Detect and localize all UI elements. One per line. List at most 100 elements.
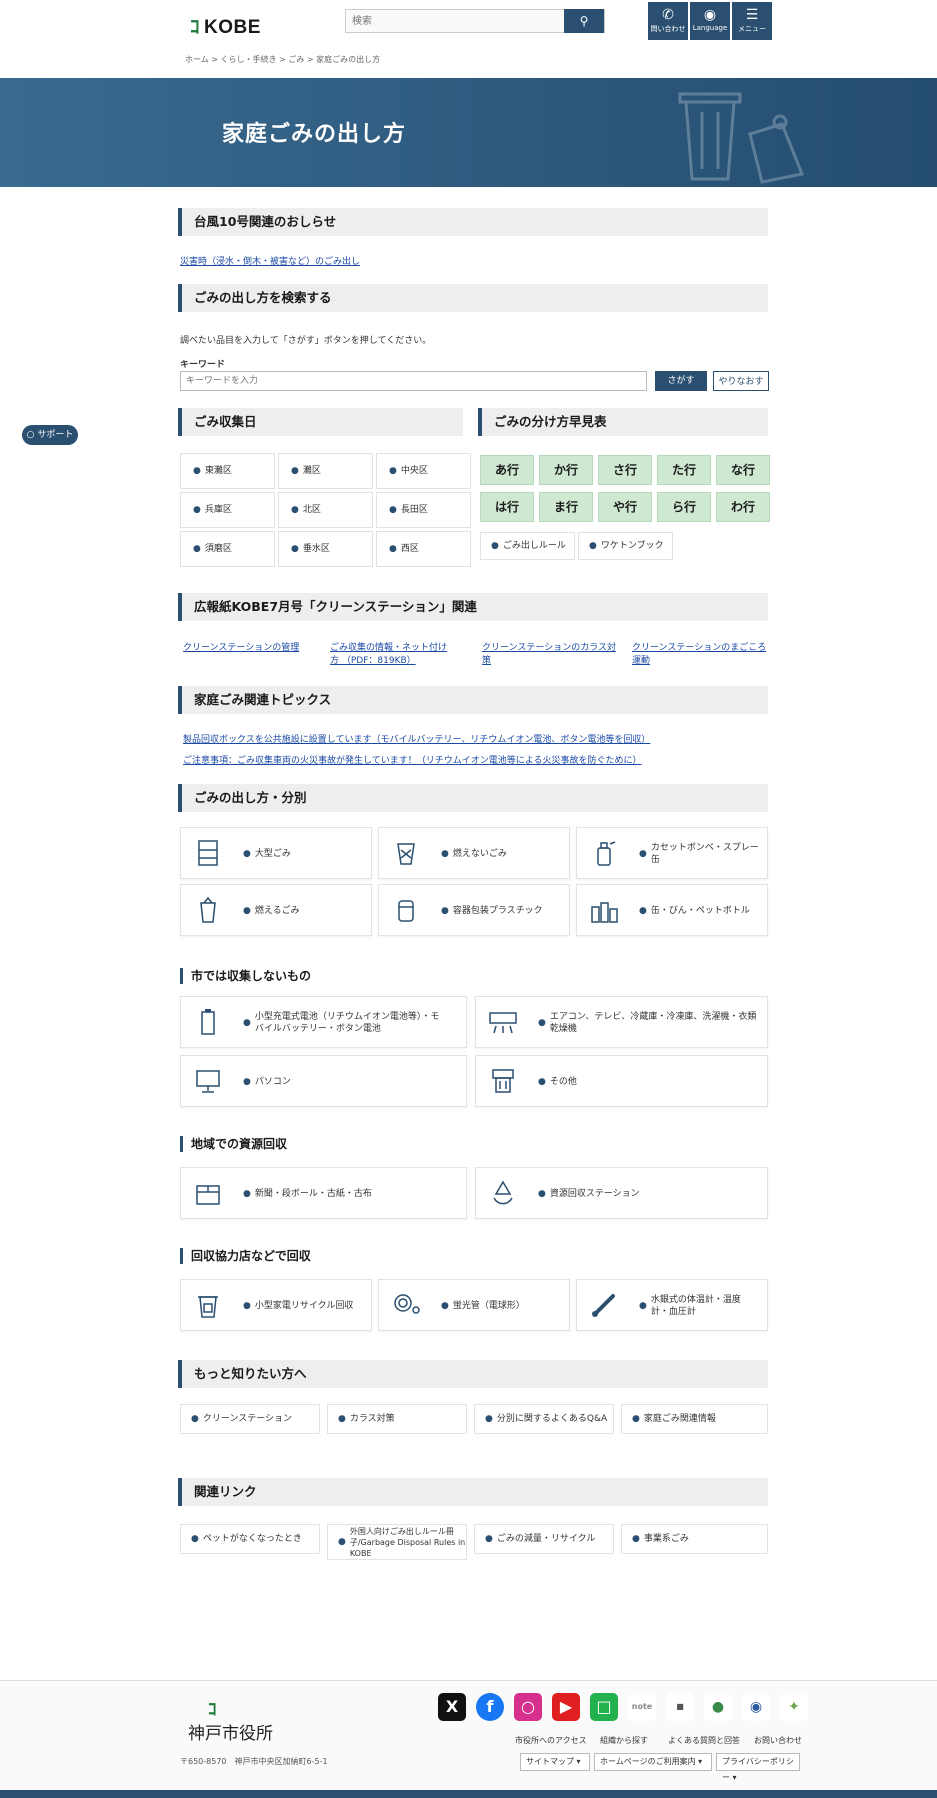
non-burnable-icon [397, 843, 415, 865]
kana-button[interactable]: ま行 [539, 492, 593, 522]
phone-icon: ✆ [662, 7, 674, 23]
collection-day-item[interactable]: ● 中央区 [376, 453, 471, 489]
related-link[interactable]: ● 外国人向けごみ出しルール冊子/Garbage Disposal Rules i… [327, 1524, 467, 1560]
community-heading: 地域での資源回収 [180, 1136, 287, 1152]
footer-link[interactable]: お問い合わせ [754, 1735, 802, 1746]
kobe-paper-link[interactable]: クリーンステーションのまごころ運動 [632, 640, 772, 666]
contact-button[interactable]: ✆ 問い合わせ [648, 2, 688, 40]
collection-day-item[interactable]: ● 東灘区 [180, 453, 275, 489]
more-link[interactable]: ● 家庭ごみ関連情報 [621, 1404, 768, 1434]
language-button[interactable]: ◉ Language [690, 2, 730, 40]
site-search-button[interactable]: ⚲ [564, 9, 604, 33]
facebook-icon[interactable]: f [476, 1693, 504, 1721]
collection-day-item[interactable]: ● 兵庫区 [180, 492, 275, 528]
kobe-paper-heading: 広報紙KOBE7月号「クリーンステーション」関連 [178, 593, 768, 621]
globe-icon: ◉ [703, 7, 717, 23]
kana-button[interactable]: た行 [657, 455, 711, 485]
category-card[interactable]: ● カセットボンベ・スプレー缶 [576, 827, 768, 879]
related-link[interactable]: ● ペットがなくなったとき [180, 1524, 320, 1554]
keyword-input[interactable] [180, 371, 647, 391]
spray-can-icon [597, 841, 616, 866]
kobe-app-icon[interactable]: ■ [666, 1693, 694, 1721]
menu-button[interactable]: ☰ メニュー [732, 2, 772, 40]
note-icon[interactable]: note [628, 1693, 656, 1721]
search-submit-button[interactable]: さがす [655, 371, 707, 391]
computer-icon [196, 1070, 220, 1093]
plastic-container-icon [398, 900, 414, 922]
mascot-icon[interactable]: ● [704, 1693, 732, 1721]
privacy-policy-select[interactable]: プライバシーポリシー ▾ [716, 1753, 800, 1782]
x-icon[interactable]: X [438, 1693, 466, 1721]
thermometer-icon [592, 1294, 615, 1317]
topics-heading: 家庭ごみ関連トピックス [178, 686, 768, 714]
sorting-heading: ごみの分け方早見表 [478, 408, 768, 436]
kobe-logo[interactable]: ｺ KOBE [190, 12, 261, 39]
category-card[interactable]: ● 大型ごみ [180, 827, 372, 879]
stores-heading: 回収協力店などで回収 [180, 1248, 311, 1264]
support-button[interactable]: ○ サポート [22, 425, 78, 445]
map-icon[interactable]: ◉ [742, 1693, 770, 1721]
kana-button[interactable]: あ行 [480, 455, 534, 485]
related-heading: 関連リンク [178, 1478, 768, 1506]
kana-button[interactable]: や行 [598, 492, 652, 522]
hamburger-icon: ☰ [745, 7, 759, 23]
character-icon[interactable]: ✦ [780, 1693, 808, 1721]
kobe-emblem-icon: ｺ [208, 1700, 217, 1720]
kana-button[interactable]: ら行 [657, 492, 711, 522]
collection-day-item[interactable]: ● 西区 [376, 531, 471, 567]
kana-button[interactable]: さ行 [598, 455, 652, 485]
line-icon[interactable]: □ [590, 1693, 618, 1721]
kana-button[interactable]: は行 [480, 492, 534, 522]
community-card[interactable]: ● 資源回収ステーション [475, 1167, 768, 1219]
collection-day-item[interactable]: ● 長田区 [376, 492, 471, 528]
breadcrumb[interactable]: ホーム > くらし・手続き > ごみ > 家庭ごみの出し方 [185, 54, 380, 65]
community-card[interactable]: ● 新聞・段ボール・古紙・古布 [180, 1167, 467, 1219]
instagram-icon[interactable]: ○ [514, 1693, 542, 1721]
kana-button[interactable]: か行 [539, 455, 593, 485]
collection-day-item[interactable]: ● 須磨区 [180, 531, 275, 567]
category-card[interactable]: ● 缶・びん・ペットボトル [576, 884, 768, 936]
topic-link[interactable]: 製品回収ボックスを公共施設に設置しています（モバイルバッテリー、リチウムイオン電… [183, 732, 773, 745]
category-card[interactable]: ● 燃えるごみ [180, 884, 372, 936]
search-reset-button[interactable]: やりなおす [713, 371, 769, 391]
category-card[interactable]: ● 容器包装プラスチック [378, 884, 570, 936]
not-collected-card[interactable]: ● 小型充電式電池（リチウムイオン電池等）・モバイルバッテリー・ボタン電池 [180, 996, 467, 1048]
site-header: ｺKOBE ⚲ ✆ 問い合わせ ◉ Language ☰ メニュー [0, 0, 937, 46]
collection-day-item[interactable]: ● 垂水区 [278, 531, 373, 567]
kobe-paper-link[interactable]: ごみ収集の情報・ネット付け方 （PDF：819KB） [330, 640, 450, 666]
kana-button[interactable]: な行 [716, 455, 770, 485]
not-collected-card[interactable]: ● その他 [475, 1055, 768, 1107]
store-card[interactable]: ● 水銀式の体温計・温度計・血圧計 [576, 1279, 768, 1331]
store-card[interactable]: ● 蛍光管（電球形） [378, 1279, 570, 1331]
search-icon: ⚲ [579, 14, 589, 28]
kana-button[interactable]: わ行 [716, 492, 770, 522]
not-collected-card[interactable]: ● エアコン、テレビ、冷蔵庫・冷凍庫、洗濯機・衣類乾燥機 [475, 996, 768, 1048]
not-collected-card[interactable]: ● パソコン [180, 1055, 467, 1107]
footer-link[interactable]: 市役所へのアクセス [515, 1735, 587, 1746]
waketon-book-link[interactable]: ● ワケトンブック [578, 532, 673, 560]
search-heading: ごみの出し方を検索する [178, 284, 768, 312]
footer-link[interactable]: よくある質問と回答 [668, 1735, 740, 1746]
typhoon-link[interactable]: 災害時（浸水・倒木・被害など）のごみ出し [180, 254, 360, 267]
store-card[interactable]: ● 小型家電リサイクル回収 [180, 1279, 372, 1331]
footer-org-name[interactable]: 神戸市役所 [188, 1719, 273, 1744]
site-search-input[interactable] [346, 10, 566, 32]
related-link[interactable]: ● ごみの減量・リサイクル [474, 1524, 614, 1554]
related-link[interactable]: ● 事業系ごみ [621, 1524, 768, 1554]
more-link[interactable]: ● 分別に関するよくあるQ&A [474, 1404, 614, 1434]
more-link[interactable]: ● カラス対策 [327, 1404, 467, 1434]
usage-guide-select[interactable]: ホームページのご利用案内 ▾ [594, 1753, 712, 1771]
youtube-icon[interactable]: ▶ [552, 1693, 580, 1721]
more-link[interactable]: ● クリーンステーション [180, 1404, 320, 1434]
collection-day-item[interactable]: ● 北区 [278, 492, 373, 528]
footer-link[interactable]: 組織から探す [600, 1735, 648, 1746]
topic-link[interactable]: ご注意事項：ごみ収集車両の火災事故が発生しています！（リチウムイオン電池等による… [183, 753, 773, 766]
kobe-paper-link[interactable]: クリーンステーションのカラス対策 [482, 640, 622, 666]
category-card[interactable]: ● 燃えないごみ [378, 827, 570, 879]
collection-day-item[interactable]: ● 灘区 [278, 453, 373, 489]
sitemap-select[interactable]: サイトマップ ▾ [520, 1753, 590, 1771]
rules-link[interactable]: ● ごみ出しルール [480, 532, 575, 560]
kobe-paper-link[interactable]: クリーンステーションの管理 [183, 640, 303, 653]
air-conditioner-icon [489, 1012, 517, 1034]
burnable-icon [200, 896, 216, 923]
